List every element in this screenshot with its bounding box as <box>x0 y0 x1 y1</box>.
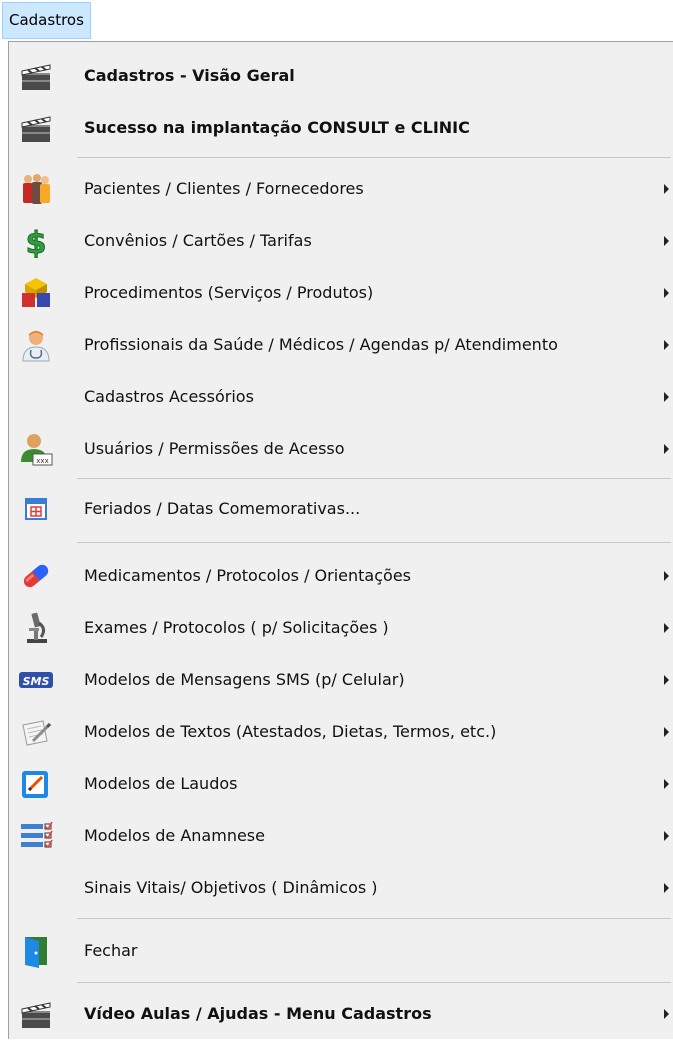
submenu-arrow-icon <box>664 727 669 737</box>
menu-item-convenios[interactable]: $ Convênios / Cartões / Tarifas <box>9 215 673 267</box>
people-icon <box>23 174 50 204</box>
menu-bar: Cadastros <box>0 0 673 41</box>
menu-item-medicamentos[interactable]: Medicamentos / Protocolos / Orientações <box>9 550 673 602</box>
svg-text:$: $ <box>26 226 47 258</box>
menu-item-label: Feriados / Datas Comemorativas... <box>84 499 361 518</box>
clapperboard-icon <box>21 1002 51 1028</box>
sms-icon: SMS <box>19 672 53 688</box>
menu-item-label: Sinais Vitais/ Objetivos ( Dinâmicos ) <box>84 878 378 897</box>
menu-item-profissionais[interactable]: Profissionais da Saúde / Médicos / Agend… <box>9 319 673 371</box>
submenu-arrow-icon <box>664 288 669 298</box>
submenu-arrow-icon <box>664 392 669 402</box>
edit-document-icon <box>22 771 48 798</box>
menu-separator <box>77 157 671 158</box>
menu-separator <box>77 918 671 919</box>
submenu-arrow-icon <box>664 623 669 633</box>
submenu-arrow-icon <box>664 571 669 581</box>
clapperboard-icon <box>21 64 51 90</box>
menu-separator <box>77 542 671 543</box>
menu-item-label: Profissionais da Saúde / Médicos / Agend… <box>84 335 558 354</box>
menu-item-label: Modelos de Anamnese <box>84 826 265 845</box>
menu-item-label: Modelos de Mensagens SMS (p/ Celular) <box>84 670 405 689</box>
menu-item-label: Sucesso na implantação CONSULT e CLINIC <box>84 118 470 137</box>
menu-item-label: Medicamentos / Protocolos / Orientações <box>84 566 411 585</box>
menu-separator <box>77 982 671 983</box>
menu-item-label: Usuários / Permissões de Acesso <box>84 439 345 458</box>
svg-text:SMS: SMS <box>23 675 50 688</box>
menu-item-modelos-anamnese[interactable]: Modelos de Anamnese <box>9 810 673 862</box>
pill-icon <box>23 564 49 588</box>
shapes-icon <box>22 278 50 307</box>
submenu-arrow-icon <box>664 236 669 246</box>
menu-item-label: Cadastros - Visão Geral <box>84 66 295 85</box>
dollar-icon: $ <box>25 226 47 259</box>
menu-item-fechar[interactable]: Fechar <box>9 925 673 977</box>
submenu-arrow-icon <box>664 444 669 454</box>
menu-item-sinais-vitais[interactable]: Sinais Vitais/ Objetivos ( Dinâmicos ) <box>9 862 673 914</box>
svg-text:xxx: xxx <box>36 457 48 465</box>
menu-item-label: Modelos de Textos (Atestados, Dietas, Te… <box>84 722 497 741</box>
submenu-arrow-icon <box>664 1009 669 1019</box>
submenu-arrow-icon <box>664 883 669 893</box>
menu-item-label: Convênios / Cartões / Tarifas <box>84 231 312 250</box>
menu-item-label: Vídeo Aulas / Ajudas - Menu Cadastros <box>84 1004 432 1023</box>
menu-item-usuarios[interactable]: xxx Usuários / Permissões de Acesso <box>9 423 673 475</box>
cadastros-dropdown-menu: Cadastros - Visão Geral Sucesso na impla… <box>8 41 673 1039</box>
menu-item-modelos-textos[interactable]: Modelos de Textos (Atestados, Dietas, Te… <box>9 706 673 758</box>
menu-separator <box>77 478 671 479</box>
menu-item-cadastros-acessorios[interactable]: Cadastros Acessórios <box>9 371 673 423</box>
submenu-arrow-icon <box>664 340 669 350</box>
microscope-icon <box>27 612 47 643</box>
exit-door-icon <box>25 937 47 968</box>
submenu-arrow-icon <box>664 675 669 685</box>
menu-item-procedimentos[interactable]: Procedimentos (Serviços / Produtos) <box>9 267 673 319</box>
menu-item-modelos-laudos[interactable]: Modelos de Laudos <box>9 758 673 810</box>
menu-item-sucesso-implantacao[interactable]: Sucesso na implantação CONSULT e CLINIC <box>9 102 673 154</box>
menu-item-pacientes[interactable]: Pacientes / Clientes / Fornecedores <box>9 163 673 215</box>
checklist-icon <box>21 821 53 849</box>
menu-cadastros[interactable]: Cadastros <box>2 2 91 39</box>
user-password-icon: xxx <box>21 434 53 466</box>
document-pencil-icon <box>22 720 52 746</box>
menu-item-label: Exames / Protocolos ( p/ Solicitações ) <box>84 618 389 637</box>
submenu-arrow-icon <box>664 779 669 789</box>
doctor-icon <box>22 331 50 362</box>
menu-item-mensagens-sms[interactable]: SMS Modelos de Mensagens SMS (p/ Celular… <box>9 654 673 706</box>
menu-item-label: Procedimentos (Serviços / Produtos) <box>84 283 374 302</box>
menu-item-visao-geral[interactable]: Cadastros - Visão Geral <box>9 50 673 102</box>
menu-item-label: Modelos de Laudos <box>84 774 238 793</box>
menu-item-label: Cadastros Acessórios <box>84 387 254 406</box>
menu-item-video-aulas[interactable]: Vídeo Aulas / Ajudas - Menu Cadastros <box>9 988 673 1040</box>
menu-item-label: Fechar <box>84 941 138 960</box>
submenu-arrow-icon <box>664 184 669 194</box>
calendar-icon <box>25 498 47 520</box>
submenu-arrow-icon <box>664 831 669 841</box>
menu-item-label: Pacientes / Clientes / Fornecedores <box>84 179 364 198</box>
menu-item-exames[interactable]: Exames / Protocolos ( p/ Solicitações ) <box>9 602 673 654</box>
clapperboard-icon <box>21 116 51 142</box>
menu-item-feriados[interactable]: Feriados / Datas Comemorativas... <box>9 483 673 535</box>
